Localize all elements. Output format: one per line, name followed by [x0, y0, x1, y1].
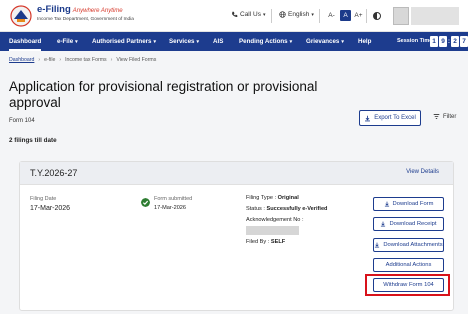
view-details-link[interactable]: View Details [406, 169, 439, 175]
nav-grievances[interactable]: Grievances ▾ [306, 32, 344, 51]
breadcrumb-current: View Filed Forms [116, 57, 157, 63]
nav-grievances-label: Grievances [306, 38, 340, 45]
download-form-button[interactable]: Download Form [373, 197, 444, 211]
user-name-redacted[interactable] [411, 7, 459, 25]
filed-by: Filed By : SELF [246, 239, 285, 245]
download-form-label: Download Form [392, 201, 434, 207]
nav-efile-label: e-File [57, 38, 74, 45]
filing-status: Status : Successfully e-Verified [246, 206, 327, 212]
additional-actions-button[interactable]: Additional Actions [373, 258, 444, 272]
nav-authorised-partners-label: Authorised Partners [92, 38, 152, 45]
session-digit: 7 [460, 36, 468, 47]
session-digit: 1 [430, 36, 438, 47]
assessment-year: T.Y.2026-27 [30, 168, 78, 178]
nav-ais[interactable]: AIS [213, 32, 223, 51]
nav-help[interactable]: Help [358, 32, 371, 51]
breadcrumb-separator: › [59, 57, 62, 63]
chevron-down-icon: ▾ [289, 39, 293, 45]
filing-type-label: Filing Type : [246, 195, 277, 201]
top-header: e-Filing Anywhere Anytime Income Tax Depa… [0, 0, 468, 32]
call-us-label: Call Us [240, 11, 261, 18]
font-normal-button[interactable]: A [340, 10, 351, 21]
chevron-down-icon: ▾ [196, 39, 199, 45]
language-selector[interactable]: English ▾ [279, 11, 314, 18]
session-digit: 9 [439, 36, 447, 47]
avatar[interactable] [393, 7, 409, 25]
nav-services[interactable]: Services ▾ [169, 32, 199, 51]
font-increase-button[interactable]: A+ [353, 10, 364, 21]
divider [271, 9, 272, 23]
nav-dashboard[interactable]: Dashboard [9, 32, 42, 51]
download-icon [381, 221, 386, 227]
logo-title[interactable]: e-Filing Anywhere Anytime [37, 4, 123, 15]
download-icon [365, 115, 371, 121]
filing-card: T.Y.2026-27 View Details Filing Date 17-… [19, 161, 454, 311]
logo-subtitle: Income Tax Department, Government of Ind… [37, 17, 134, 22]
session-digit: 2 [451, 36, 459, 47]
filter-button[interactable]: Filter [433, 113, 456, 120]
logo-tagline: Anywhere Anytime [72, 8, 123, 14]
breadcrumb: Dashboard › e-file › Income tax Forms › View F… [9, 57, 156, 63]
chevron-down-icon: ▾ [262, 11, 266, 18]
session-time-label: Session Time [397, 38, 433, 44]
filter-label: Filter [443, 113, 457, 120]
emblem-logo-icon [10, 5, 32, 27]
breadcrumb-dashboard[interactable]: Dashboard [9, 57, 34, 63]
filing-status-label: Status : [246, 206, 265, 212]
chevron-down-icon: ▾ [311, 11, 314, 18]
form-code: Form 104 [9, 118, 35, 124]
breadcrumb-separator: › [110, 57, 113, 63]
filing-status-value: Successfully e-Verified [266, 206, 328, 212]
breadcrumb-income-tax-forms[interactable]: Income tax Forms [65, 57, 107, 63]
nav-authorised-partners[interactable]: Authorised Partners ▾ [92, 32, 156, 51]
filed-by-label: Filed By : [246, 239, 270, 245]
chevron-down-icon: ▾ [153, 39, 156, 45]
nav-services-label: Services [169, 38, 195, 45]
call-us-menu[interactable]: Call Us ▾ [231, 11, 265, 18]
divider [366, 9, 367, 23]
globe-icon [279, 11, 286, 18]
download-icon [375, 242, 380, 248]
nav-pending-actions[interactable]: Pending Actions ▾ [239, 32, 292, 51]
download-receipt-label: Download Receipt [389, 221, 437, 227]
filing-date-value: 17-Mar-2026 [30, 205, 71, 212]
withdraw-form-button[interactable]: Withdraw Form 104 [373, 278, 444, 292]
breadcrumb-efile[interactable]: e-file [44, 57, 55, 63]
export-label: Export To Excel [374, 115, 416, 121]
page-title: Application for provisional registration… [9, 79, 318, 110]
contrast-icon[interactable] [373, 12, 381, 20]
card-header: T.Y.2026-27 View Details [20, 162, 453, 185]
font-decrease-button[interactable]: A- [326, 10, 337, 21]
filings-count: 2 filings till date [9, 137, 57, 144]
filing-date-label: Filing Date [30, 196, 57, 202]
ack-number-redacted [246, 226, 299, 235]
chevron-down-icon: ▾ [75, 39, 78, 45]
filter-icon [433, 113, 440, 120]
export-to-excel-button[interactable]: Export To Excel [359, 110, 421, 126]
download-attachments-label: Download Attachments [383, 242, 443, 248]
check-circle-icon [141, 198, 150, 207]
main-nav: Dashboard e-File ▾ Authorised Partners ▾ S… [0, 32, 468, 51]
divider [319, 9, 320, 23]
download-icon [384, 201, 389, 207]
filing-type-value: Original [277, 195, 299, 201]
nav-pending-actions-label: Pending Actions [239, 38, 288, 45]
filing-type: Filing Type : Original [246, 195, 299, 201]
download-receipt-button[interactable]: Download Receipt [373, 217, 444, 231]
download-attachments-button[interactable]: Download Attachments [373, 238, 444, 252]
nav-efile[interactable]: e-File ▾ [57, 32, 78, 51]
filed-by-value: SELF [270, 239, 286, 245]
phone-icon [232, 11, 238, 17]
chevron-down-icon: ▾ [341, 39, 344, 45]
breadcrumb-separator: › [38, 57, 41, 63]
form-submitted-date: 17-Mar-2026 [154, 205, 187, 211]
form-submitted-label: Form submitted [154, 196, 193, 202]
language-label: English [288, 11, 310, 18]
ack-label: Acknowledgement No : [246, 217, 304, 223]
